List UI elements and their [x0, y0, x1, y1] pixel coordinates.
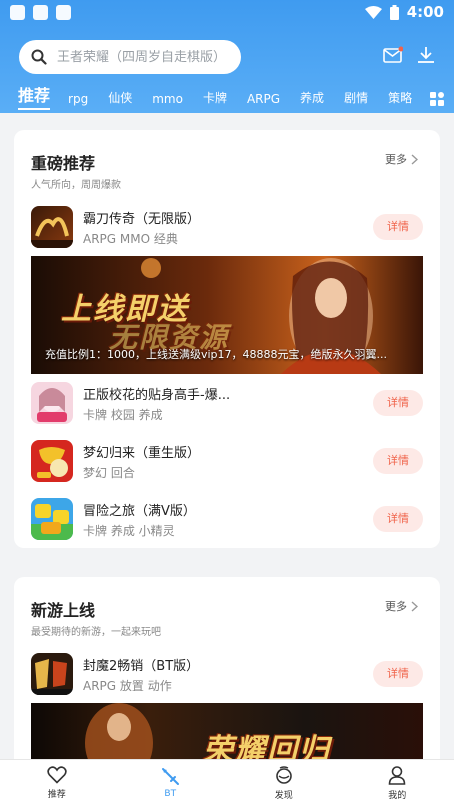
game-tags: ARPG MMO 经典: [83, 232, 178, 246]
featured-section: 重磅推荐 人气所向，周周爆款 更多 霸刀传奇（无限版） ARPG MMO 经典 …: [14, 130, 440, 548]
tab-bt[interactable]: BT: [114, 760, 228, 805]
game-icon-xiaohua: [31, 382, 73, 424]
detail-button[interactable]: 详情: [373, 506, 423, 532]
planet-icon: [275, 765, 292, 784]
mail-icon[interactable]: [383, 46, 403, 64]
banner-caption: 充值比例1：1000，上线送满级vip17，48888元宝，绝版永久羽翼...: [45, 348, 388, 361]
more-label: 更多: [385, 600, 407, 613]
search-input[interactable]: [57, 49, 232, 65]
game-name: 梦幻归来（重生版）: [83, 446, 201, 461]
status-bar: 4:00: [0, 0, 454, 24]
section-subtitle: 最受期待的新游，一起来玩吧: [31, 627, 161, 638]
tab-label: BT: [164, 789, 177, 799]
section-subtitle: 人气所向，周周爆款: [31, 180, 121, 191]
status-time: 4:00: [406, 3, 444, 21]
heart-icon: [47, 765, 67, 784]
game-item[interactable]: 霸刀传奇（无限版） ARPG MMO 经典 详情: [31, 206, 423, 250]
tab-label: 推荐: [47, 789, 66, 800]
more-link[interactable]: 更多: [385, 598, 418, 614]
game-item[interactable]: 正版校花的贴身高手-爆... 卡牌 校园 养成 详情: [31, 382, 423, 426]
tab-profile[interactable]: 我的: [341, 760, 454, 805]
category-tab[interactable]: 推荐: [18, 82, 51, 110]
game-item[interactable]: 梦幻归来（重生版） 梦幻 回合 详情: [31, 440, 423, 484]
notification-icon: [33, 4, 48, 20]
category-tab[interactable]: 剧情: [344, 89, 368, 110]
game-tags: 卡牌 校园 养成: [83, 408, 163, 422]
user-icon: [388, 765, 406, 785]
detail-button[interactable]: 详情: [373, 390, 423, 416]
search-box[interactable]: [19, 40, 241, 74]
category-grid-icon[interactable]: [430, 92, 444, 106]
category-tabs: 推荐 rpg 仙侠 mmo 卡牌 ARPG 养成 剧情 策略: [18, 86, 444, 110]
game-item[interactable]: 冒险之旅（满V版） 卡牌 养成 小精灵 详情: [31, 498, 423, 542]
game-icon-maoxian: [31, 498, 73, 540]
notification-icon: [10, 4, 25, 20]
bottom-tab-bar: 推荐 BT 发现 我的: [0, 759, 454, 805]
chevron-right-icon: [411, 600, 418, 612]
category-tab[interactable]: 养成: [300, 89, 324, 110]
game-icon-badao: [31, 206, 73, 248]
game-banner[interactable]: 荣耀回归: [31, 703, 423, 763]
category-tab[interactable]: mmo: [152, 92, 183, 110]
wifi-icon: [364, 5, 382, 19]
sword-icon: [162, 768, 180, 785]
category-tab[interactable]: ARPG: [247, 92, 280, 110]
chevron-right-icon: [411, 153, 418, 165]
game-name: 冒险之旅（满V版）: [83, 504, 196, 519]
game-item[interactable]: 封魔2畅销（BT版） ARPG 放置 动作 详情: [31, 653, 423, 697]
category-tab[interactable]: 卡牌: [203, 89, 227, 110]
game-name: 封魔2畅销（BT版）: [83, 659, 200, 674]
download-icon[interactable]: [417, 46, 435, 64]
detail-button[interactable]: 详情: [373, 214, 423, 240]
detail-button[interactable]: 详情: [373, 661, 423, 687]
game-icon-fengmo: [31, 653, 73, 695]
notification-icon: [56, 4, 71, 20]
section-title: 重磅推荐: [31, 154, 96, 173]
game-icon-menghuan: [31, 440, 73, 482]
game-name: 正版校花的贴身高手-爆...: [83, 388, 231, 403]
banner-headline: 荣耀回归: [203, 733, 331, 763]
battery-icon: [389, 4, 399, 20]
game-tags: 梦幻 回合: [83, 466, 135, 480]
tab-discover[interactable]: 发现: [227, 760, 341, 805]
category-tab[interactable]: 策略: [388, 89, 412, 110]
section-title: 新游上线: [31, 601, 96, 620]
game-tags: 卡牌 养成 小精灵: [83, 524, 175, 538]
tab-label: 我的: [388, 790, 407, 801]
game-tags: ARPG 放置 动作: [83, 679, 172, 693]
search-icon: [31, 49, 47, 65]
top-header: 4:00 推荐 rpg 仙侠 mmo 卡牌 ARPG 养成 剧情 策略: [0, 0, 454, 113]
more-label: 更多: [385, 153, 407, 166]
search-row: [19, 40, 440, 74]
tab-recommend[interactable]: 推荐: [0, 760, 114, 805]
game-banner[interactable]: 上线即送 无限资源 充值比例1：1000，上线送满级vip17，48888元宝，…: [31, 256, 423, 374]
category-tab[interactable]: rpg: [68, 92, 88, 110]
tab-label: 发现: [274, 790, 293, 801]
game-name: 霸刀传奇（无限版）: [83, 212, 201, 227]
more-link[interactable]: 更多: [385, 151, 418, 167]
detail-button[interactable]: 详情: [373, 448, 423, 474]
category-tab[interactable]: 仙侠: [108, 89, 132, 110]
